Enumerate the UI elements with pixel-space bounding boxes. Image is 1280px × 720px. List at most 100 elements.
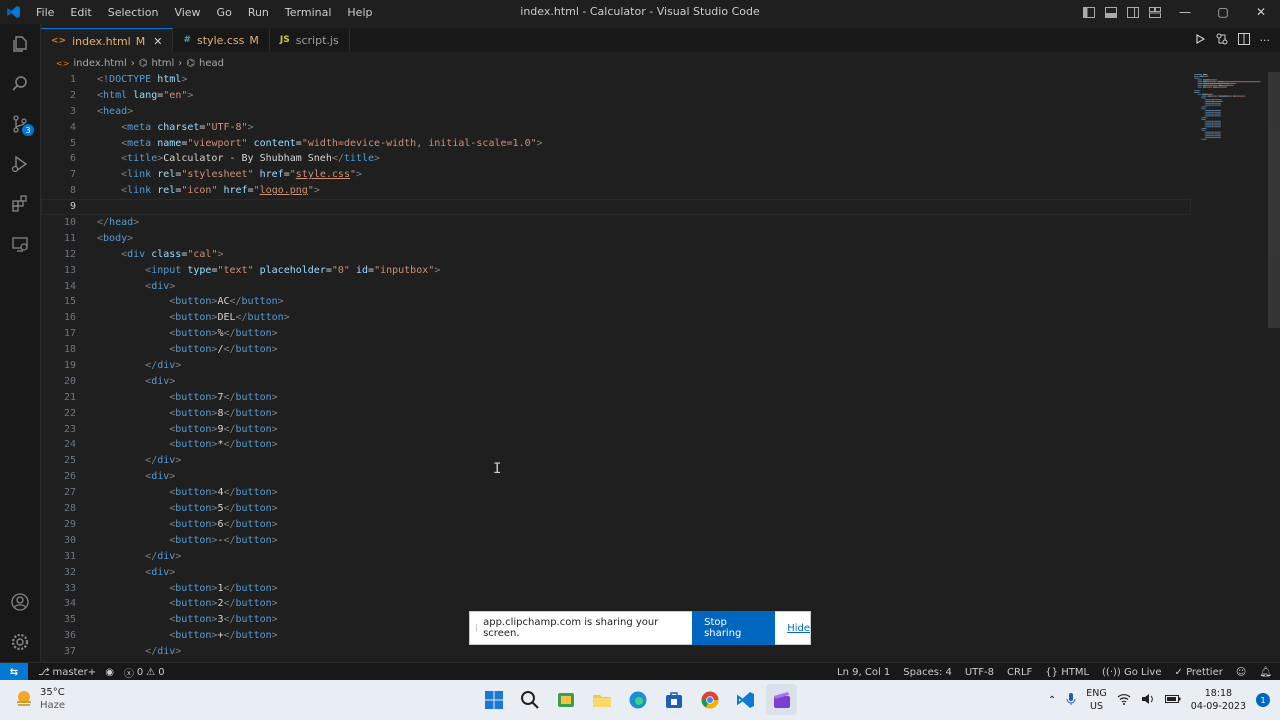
search-icon[interactable] bbox=[0, 64, 40, 104]
toggle-panel-icon[interactable] bbox=[1100, 6, 1122, 18]
code-line[interactable]: 2 <html lang="en"> bbox=[41, 88, 1191, 104]
code-line[interactable]: 20 <div> bbox=[41, 374, 1191, 390]
code-line[interactable]: 14 <div> bbox=[41, 279, 1191, 295]
code-line[interactable]: 7 <link rel="stylesheet" href="style.css… bbox=[41, 167, 1191, 183]
code-line[interactable]: 13 <input type="text" placeholder="0" id… bbox=[41, 263, 1191, 279]
code-line[interactable]: 1 <!DOCTYPE html> bbox=[41, 72, 1191, 88]
code-line[interactable]: 33 <button>1</button> bbox=[41, 581, 1191, 597]
code-line[interactable]: 16 <button>DEL</button> bbox=[41, 310, 1191, 326]
breadcrumb-file[interactable]: index.html bbox=[73, 58, 126, 69]
breadcrumb-html[interactable]: html bbox=[151, 58, 174, 69]
widgets-icon[interactable] bbox=[550, 684, 581, 715]
explorer-icon[interactable] bbox=[0, 24, 40, 64]
code-line[interactable]: 26 <div> bbox=[41, 469, 1191, 485]
remote-indicator-icon[interactable]: ⇆ bbox=[0, 663, 28, 681]
source-control-icon[interactable]: 3 bbox=[0, 104, 40, 144]
minimize-button[interactable]: — bbox=[1166, 5, 1204, 19]
battery-icon[interactable] bbox=[1164, 693, 1181, 708]
input-language[interactable]: ENG US bbox=[1086, 687, 1106, 713]
indentation[interactable]: Spaces: 4 bbox=[903, 667, 952, 678]
code-line[interactable]: 30 <button>-</button> bbox=[41, 533, 1191, 549]
weather-widget[interactable]: 35°C Haze bbox=[14, 686, 65, 712]
split-editor-icon[interactable] bbox=[1237, 32, 1250, 48]
menu-go[interactable]: Go bbox=[209, 6, 240, 19]
volume-icon[interactable] bbox=[1141, 693, 1155, 708]
code-line[interactable]: 5 <meta name="viewport" content="width=d… bbox=[41, 136, 1191, 152]
code-line[interactable]: 15 <button>AC</button> bbox=[41, 294, 1191, 310]
vscode-icon[interactable] bbox=[730, 684, 761, 715]
notifications-bell-icon[interactable]: 🔔︎ bbox=[1259, 667, 1272, 678]
chrome-icon[interactable] bbox=[694, 684, 725, 715]
close-button[interactable]: ✕ bbox=[1242, 5, 1280, 19]
stop-sharing-button[interactable]: Stop sharing bbox=[692, 611, 776, 645]
code-line[interactable]: 21 <button>7</button> bbox=[41, 390, 1191, 406]
code-line[interactable]: 22 <button>8</button> bbox=[41, 406, 1191, 422]
run-icon[interactable] bbox=[1194, 33, 1206, 48]
language-mode[interactable]: {} HTML bbox=[1045, 667, 1089, 678]
code-line[interactable]: 27 <button>4</button> bbox=[41, 485, 1191, 501]
cursor-position[interactable]: Ln 9, Col 1 bbox=[837, 667, 890, 678]
file-explorer-icon[interactable] bbox=[586, 684, 617, 715]
notification-count-badge[interactable]: 1 bbox=[1256, 693, 1270, 707]
tab-index-html[interactable]: <> index.html M ✕ bbox=[41, 28, 174, 53]
windows-start-icon[interactable] bbox=[478, 684, 509, 715]
more-actions-icon[interactable]: ··· bbox=[1260, 34, 1271, 47]
run-debug-icon[interactable] bbox=[0, 144, 40, 184]
code-line[interactable]: 8 <link rel="icon" href="logo.png"> bbox=[41, 183, 1191, 199]
code-editor[interactable]: 1 <!DOCTYPE html> 2 <html lang="en"> 3 <head>… bbox=[41, 72, 1191, 662]
menu-view[interactable]: View bbox=[166, 6, 208, 19]
code-line[interactable]: 17 <button>%</button> bbox=[41, 326, 1191, 342]
code-line[interactable]: 19 </div> bbox=[41, 358, 1191, 374]
maximize-button[interactable]: ▢ bbox=[1204, 5, 1242, 19]
close-icon[interactable]: ✕ bbox=[153, 35, 162, 48]
search-icon[interactable] bbox=[514, 684, 545, 715]
code-line[interactable]: 31 </div> bbox=[41, 549, 1191, 565]
code-line[interactable]: 29 <button>6</button> bbox=[41, 517, 1191, 533]
hide-link[interactable]: Hide bbox=[787, 623, 810, 634]
feedback-icon[interactable]: ☺ bbox=[1236, 667, 1246, 678]
branch-indicator[interactable]: ⎇ master+ ◉ bbox=[38, 667, 114, 678]
code-line[interactable]: 10 </head> bbox=[41, 215, 1191, 231]
minimap[interactable] bbox=[1192, 72, 1268, 142]
remote-explorer-icon[interactable] bbox=[0, 224, 40, 264]
go-live-button[interactable]: ((·)) Go Live bbox=[1102, 667, 1161, 678]
code-line[interactable]: 4 <meta charset="UTF-8"> bbox=[41, 120, 1191, 136]
menu-file[interactable]: File bbox=[28, 6, 62, 19]
problems-indicator[interactable]: ⓧ 0 ⚠ 0 bbox=[124, 665, 165, 680]
microphone-icon[interactable] bbox=[1066, 692, 1076, 709]
menu-help[interactable]: Help bbox=[339, 6, 380, 19]
compare-changes-icon[interactable] bbox=[1216, 33, 1228, 48]
drag-handle-icon[interactable]: ⁞ bbox=[470, 623, 483, 634]
store-icon[interactable] bbox=[658, 684, 689, 715]
code-line[interactable]: 12 <div class="cal"> bbox=[41, 247, 1191, 263]
manage-gear-icon[interactable] bbox=[0, 622, 40, 662]
customize-layout-icon[interactable] bbox=[1144, 6, 1166, 18]
wifi-icon[interactable] bbox=[1117, 693, 1131, 708]
tab-style-css[interactable]: # style.css M bbox=[173, 28, 270, 52]
toggle-secondary-sidebar-icon[interactable] bbox=[1122, 6, 1144, 18]
line-ending[interactable]: CRLF bbox=[1007, 667, 1032, 678]
menu-selection[interactable]: Selection bbox=[100, 6, 167, 19]
code-line[interactable]: 37 </div> bbox=[41, 644, 1191, 660]
code-line[interactable]: 18 <button>/</button> bbox=[41, 342, 1191, 358]
code-line[interactable]: 32 <div> bbox=[41, 565, 1191, 581]
prettier-button[interactable]: ✓ Prettier bbox=[1174, 667, 1222, 678]
code-line[interactable]: 34 <button>2</button> bbox=[41, 596, 1191, 612]
code-line[interactable]: 6 <title>Calculator - By Shubham Sneh</t… bbox=[41, 151, 1191, 167]
clock[interactable]: 18:18 04-09-2023 bbox=[1191, 687, 1246, 713]
menu-run[interactable]: Run bbox=[240, 6, 277, 19]
tab-script-js[interactable]: JS script.js bbox=[270, 28, 350, 52]
code-line[interactable]: 11 <body> bbox=[41, 231, 1191, 247]
toggle-primary-sidebar-icon[interactable] bbox=[1078, 6, 1100, 18]
encoding[interactable]: UTF-8 bbox=[965, 667, 994, 678]
code-line[interactable]: 23 <button>9</button> bbox=[41, 422, 1191, 438]
menu-terminal[interactable]: Terminal bbox=[277, 6, 340, 19]
show-hidden-icons-icon[interactable]: ⌃ bbox=[1048, 695, 1056, 706]
code-line[interactable]: 25 </div> bbox=[41, 453, 1191, 469]
editor-scrollbar[interactable] bbox=[1268, 72, 1280, 328]
code-line[interactable]: 9 bbox=[41, 199, 1191, 215]
clipchamp-icon[interactable] bbox=[766, 684, 797, 715]
menu-edit[interactable]: Edit bbox=[62, 6, 99, 19]
code-line[interactable]: 28 <button>5</button> bbox=[41, 501, 1191, 517]
accounts-icon[interactable] bbox=[0, 582, 40, 622]
